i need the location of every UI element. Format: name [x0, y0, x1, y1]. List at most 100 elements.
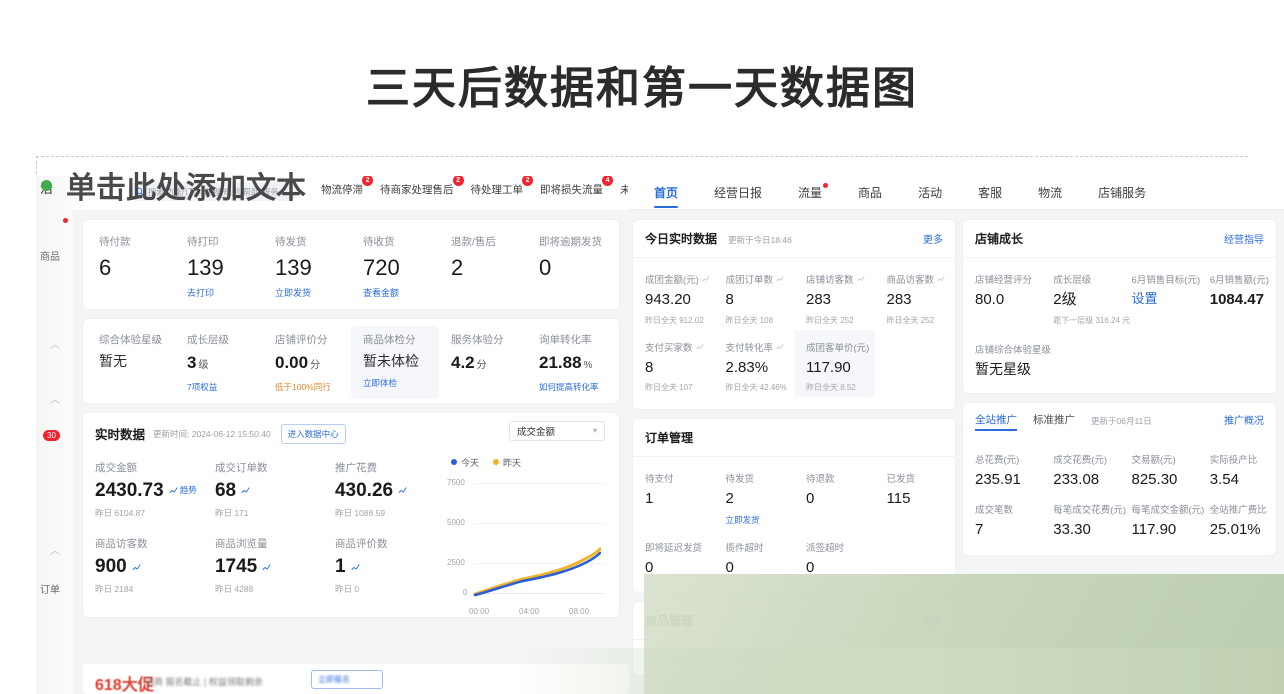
today-metric-spacer [875, 330, 956, 398]
order-mgmt-card: 订单管理 待支付 1 待发货 2 立即发货 [633, 419, 955, 592]
growth-metric-3[interactable]: 6月销售额(元) 1084.47 [1198, 262, 1276, 330]
nav-item-service[interactable]: 客服 [960, 176, 1020, 210]
rating-sub-1[interactable]: 7项权益 [187, 381, 263, 393]
promotion-overview-link[interactable]: 推广概况 [1224, 412, 1264, 427]
realtime-metric-3[interactable]: 商品访客数 900 昨日 2184 [83, 528, 203, 605]
order-mgmt-5[interactable]: 揽件超时 0 [714, 530, 795, 581]
rating-0[interactable]: 综合体验星级 暂无 [87, 332, 175, 393]
promo-metric-4[interactable]: 成交笔数 7 [963, 492, 1041, 543]
order-mgmt-label-4: 即将延迟发货 [645, 540, 702, 554]
left-sidebar[interactable]: 治 商品 ︿ ︿ 30 ︿ 订单 [36, 176, 74, 694]
realtime-metric-0[interactable]: 成交金额 2430.73 趋势 昨日 6104.87 [83, 452, 203, 529]
placeholder-text: 单击此处添加文本 [66, 163, 306, 207]
today-metric-0[interactable]: 成团金额(元) 943.20 昨日全天 912.02 [633, 262, 714, 330]
growth-label-0: 店铺经营评分 [975, 272, 1032, 286]
promotion-tab-1[interactable]: 标准推广 [1033, 412, 1075, 431]
rating-2[interactable]: 店铺评价分 0.00分 低于100%同行 [263, 332, 351, 393]
order-stat-link-2[interactable]: 立即发货 [275, 286, 351, 299]
order-mgmt-2[interactable]: 待退款 0 [794, 461, 875, 530]
order-mgmt-1[interactable]: 待发货 2 立即发货 [714, 461, 795, 530]
realtime-body: 成交金额 2430.73 趋势 昨日 6104.87 [83, 448, 619, 617]
rating-1[interactable]: 成长层级 3级 7项权益 [175, 332, 263, 393]
today-metric-6[interactable]: 成团客单价(元) 117.90 昨日全天 8.52 [794, 330, 875, 398]
trend-link-0[interactable]: 趋势 [169, 486, 197, 495]
today-metric-prev-4: 昨日全天 107 [645, 382, 712, 393]
realtime-metric-4[interactable]: 商品浏览量 1745 昨日 4288 [203, 528, 323, 605]
order-stat-1[interactable]: 待打印 139 去打印 [175, 234, 263, 299]
growth-metric-1[interactable]: 成长层级 2级 距下一层级 316.24 元 [1041, 262, 1119, 330]
rating-sub-5[interactable]: 如何提高转化率 [539, 381, 615, 393]
chevron-up-icon-1[interactable]: ︿ [50, 336, 60, 351]
nav-item-logistics[interactable]: 物流 [1020, 176, 1080, 210]
growth-metric-0[interactable]: 店铺经营评分 80.0 [963, 262, 1041, 330]
order-stat-2[interactable]: 待发货 139 立即发货 [263, 234, 351, 299]
alert-badge-0: 2 [362, 176, 373, 186]
today-metric-3[interactable]: 商品访客数 283 昨日全天 252 [875, 262, 956, 330]
today-realtime-more-link[interactable]: 更多 [923, 231, 943, 246]
promo-metric-3[interactable]: 实际投产比 3.54 [1198, 442, 1276, 493]
today-metric-5[interactable]: 支付转化率 2.83% 昨日全天 42.46% [714, 330, 795, 398]
enter-data-center-button[interactable]: 进入数据中心 [281, 424, 346, 444]
legend-item-yesterday[interactable]: 昨天 [493, 456, 521, 469]
rating-sub-3[interactable]: 立即体检 [363, 377, 439, 389]
rating-5[interactable]: 询单转化率 21.88% 如何提高转化率 [527, 332, 615, 393]
growth-metric-2[interactable]: 6月销售目标(元) 设置 [1120, 262, 1198, 330]
promo-metric-6[interactable]: 每笔成交金额(元) 117.90 [1120, 492, 1198, 543]
alert-item-2[interactable]: 待处理工单 2 [471, 182, 524, 197]
nav-item-daily-report[interactable]: 经营日报 [696, 176, 780, 210]
sidebar-item-1[interactable]: 订单 [40, 581, 60, 596]
rating-3[interactable]: 商品体检分 暂未体检 立即体检 [351, 326, 439, 399]
order-stat-link-3[interactable]: 查看金额 [363, 286, 439, 299]
order-stat-link-1[interactable]: 去打印 [187, 286, 263, 299]
legend-item-today[interactable]: 今天 [451, 456, 479, 469]
trend-chart-icon-4[interactable] [262, 563, 271, 572]
trend-icon-t0 [702, 275, 710, 283]
order-mgmt-0[interactable]: 待支付 1 [633, 461, 714, 530]
realtime-metric-5[interactable]: 商品评价数 1 昨日 0 [323, 528, 443, 605]
promo-metric-2[interactable]: 交易额(元) 825.30 [1120, 442, 1198, 493]
nav-item-activities[interactable]: 活动 [900, 176, 960, 210]
nav-item-products[interactable]: 商品 [840, 176, 900, 210]
alert-item-0[interactable]: 物流停滞 2 [321, 182, 363, 197]
trend-chart-icon-1[interactable] [241, 486, 250, 495]
trend-chart-icon-2[interactable] [398, 486, 407, 495]
today-metric-2[interactable]: 店铺访客数 283 昨日全天 252 [794, 262, 875, 330]
alert-item-3[interactable]: 即将损失流量 4 [540, 182, 603, 197]
promo-metric-1[interactable]: 成交花费(元) 233.08 [1041, 442, 1119, 493]
nav-item-shop-services[interactable]: 店铺服务 [1080, 176, 1164, 210]
trend-chart-icon-5[interactable] [351, 563, 360, 572]
nav-item-home[interactable]: 首页 [636, 176, 696, 210]
promo-value-1: 233.08 [1053, 472, 1117, 489]
chevron-up-icon-2[interactable]: ︿ [50, 391, 60, 406]
order-stat-4[interactable]: 退款/售后 2 [439, 234, 527, 299]
order-stat-0[interactable]: 待付款 6 [87, 234, 175, 299]
sidebar-alert-dot-icon [63, 218, 68, 223]
promo-metric-5[interactable]: 每笔成交花费(元) 33.30 [1041, 492, 1119, 543]
trend-chart-icon-3[interactable] [132, 563, 141, 572]
metric-select[interactable]: 成交金额 ▾ [509, 421, 605, 441]
sidebar-item-0[interactable]: 商品 [40, 248, 60, 263]
realtime-metric-2[interactable]: 推广花费 430.26 昨日 1088.59 [323, 452, 443, 529]
order-stats-card: 待付款 6 待打印 139 去打印 待发货 139 立即发货 [83, 220, 619, 309]
today-metric-1[interactable]: 成团订单数 8 昨日全天 108 [714, 262, 795, 330]
promotion-tab-0[interactable]: 全站推广 [975, 412, 1017, 431]
promo-metric-0[interactable]: 总花费(元) 235.91 [963, 442, 1041, 493]
today-metric-4[interactable]: 支付买家数 8 昨日全天 107 [633, 330, 714, 398]
promo-metric-7[interactable]: 全站推广费比 25.01% [1198, 492, 1276, 543]
y-tick-3: 7500 [447, 478, 465, 487]
order-mgmt-6[interactable]: 派签超时 0 [794, 530, 875, 581]
realtime-metric-1[interactable]: 成交订单数 68 昨日 171 [203, 452, 323, 529]
order-mgmt-link-1[interactable]: 立即发货 [726, 514, 793, 526]
rating-sub-2[interactable]: 低于100%同行 [275, 381, 351, 393]
alert-item-1[interactable]: 待商家处理售后 2 [380, 182, 454, 197]
legend-dot-yesterday-icon [493, 459, 499, 465]
chevron-up-icon-3[interactable]: ︿ [50, 542, 60, 557]
growth-value-2[interactable]: 设置 [1132, 292, 1196, 306]
order-mgmt-3[interactable]: 已发货 115 [875, 461, 956, 530]
order-stat-3[interactable]: 待收货 720 查看金额 [351, 234, 439, 299]
nav-item-traffic[interactable]: 流量 [780, 176, 840, 210]
rating-4[interactable]: 服务体验分 4.2分 [439, 332, 527, 393]
shop-growth-action-link[interactable]: 经营指导 [1224, 231, 1264, 246]
order-mgmt-4[interactable]: 即将延迟发货 0 [633, 530, 714, 581]
order-stat-5[interactable]: 即将逾期发货 0 [527, 234, 615, 299]
